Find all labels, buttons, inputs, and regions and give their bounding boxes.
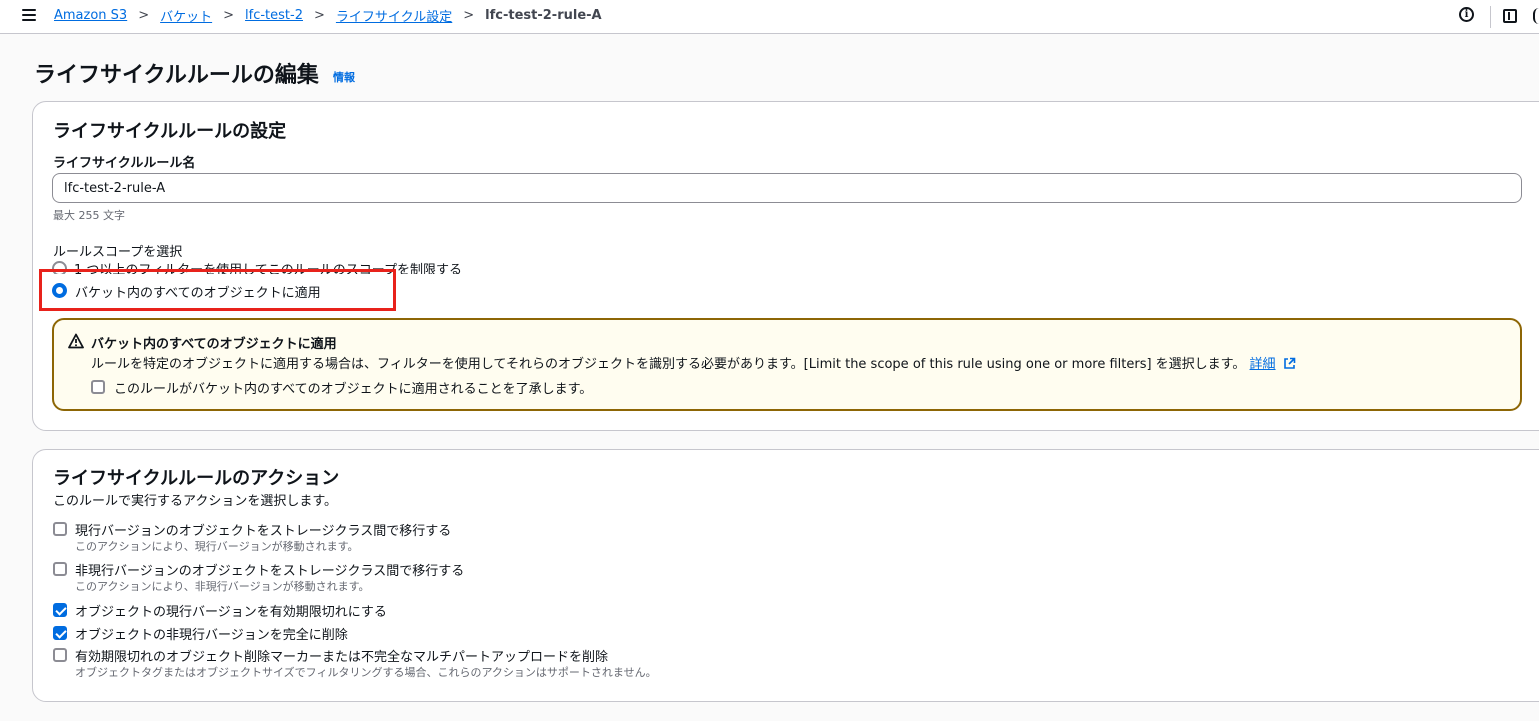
breadcrumb-separator-icon: > <box>223 8 235 23</box>
breadcrumb-bucket[interactable]: lfc-test-2 <box>245 8 303 23</box>
action-delete-markers-desc: オブジェクトタグまたはオブジェクトサイズでフィルタリングする場合、これらのアクシ… <box>75 666 657 679</box>
top-navigation-bar: Amazon S3 > バケット > lfc-test-2 > ライフサイクル設… <box>0 0 1539 34</box>
warning-icon <box>68 333 84 349</box>
action-transition-current-checkbox[interactable] <box>53 522 67 536</box>
learn-more-link[interactable]: 詳細 <box>1250 357 1276 372</box>
breadcrumb-separator-icon: > <box>463 8 475 23</box>
external-link-icon[interactable] <box>1283 357 1296 370</box>
alert-title: バケット内のすべてのオブジェクトに適用 <box>91 337 337 352</box>
action-transition-current-label: 現行バージョンのオブジェクトをストレージクラス間で移行する <box>75 524 452 539</box>
action-expire-current-checkbox[interactable] <box>53 603 67 617</box>
action-transition-noncurrent-checkbox[interactable] <box>53 562 67 576</box>
action-delete-noncurrent-label: オブジェクトの非現行バージョンを完全に削除 <box>75 628 348 643</box>
breadcrumb-buckets[interactable]: バケット <box>160 6 212 25</box>
rule-name-label: ライフサイクルルール名 <box>53 156 196 171</box>
actions-subtitle: このルールで実行するアクションを選択します。 <box>53 494 338 509</box>
action-delete-noncurrent-checkbox[interactable] <box>53 626 67 640</box>
acknowledge-label: このルールがバケット内のすべてのオブジェクトに適用されることを了承します。 <box>114 382 593 397</box>
config-section-title: ライフサイクルルールの設定 <box>53 121 287 142</box>
hamburger-menu-icon[interactable] <box>22 9 36 21</box>
breadcrumb-separator-icon: > <box>138 8 150 23</box>
action-expire-current-label: オブジェクトの現行バージョンを有効期限切れにする <box>75 605 387 620</box>
rule-name-input[interactable] <box>52 173 1522 203</box>
alert-body-text: ルールを特定のオブジェクトに適用する場合は、フィルターを使用してそれらのオブジェ… <box>91 357 1246 372</box>
info-link[interactable]: 情報 <box>333 69 355 85</box>
info-icon[interactable]: i <box>1459 7 1474 22</box>
action-transition-current-desc: このアクションにより、現行バージョンが移動されます。 <box>75 540 359 553</box>
alert-body-line: ルールを特定のオブジェクトに適用する場合は、フィルターを使用してそれらのオブジェ… <box>91 353 1296 372</box>
action-transition-noncurrent-label: 非現行バージョンのオブジェクトをストレージクラス間で移行する <box>75 564 465 579</box>
action-transition-noncurrent-desc: このアクションにより、非現行バージョンが移動されます。 <box>75 580 370 593</box>
breadcrumb: Amazon S3 > バケット > lfc-test-2 > ライフサイクル設… <box>54 6 602 25</box>
side-panel-icon[interactable] <box>1503 9 1517 23</box>
breadcrumb-current: lfc-test-2-rule-A <box>485 8 602 23</box>
truncated-icon[interactable] <box>1533 8 1539 24</box>
highlight-box <box>39 269 396 311</box>
acknowledge-checkbox[interactable] <box>91 380 105 394</box>
divider <box>1490 6 1491 28</box>
breadcrumb-separator-icon: > <box>314 8 325 23</box>
action-delete-markers-label: 有効期限切れのオブジェクト削除マーカーまたは不完全なマルチパートアップロードを削… <box>75 650 609 665</box>
page-title: ライフサイクルルールの編集 <box>34 63 319 88</box>
breadcrumb-amazon-s3[interactable]: Amazon S3 <box>54 8 127 23</box>
actions-section-title: ライフサイクルルールのアクション <box>53 468 340 489</box>
breadcrumb-lifecycle[interactable]: ライフサイクル設定 <box>336 6 452 25</box>
action-delete-markers-checkbox[interactable] <box>53 648 67 662</box>
rule-name-hint: 最大 255 文字 <box>53 209 125 222</box>
